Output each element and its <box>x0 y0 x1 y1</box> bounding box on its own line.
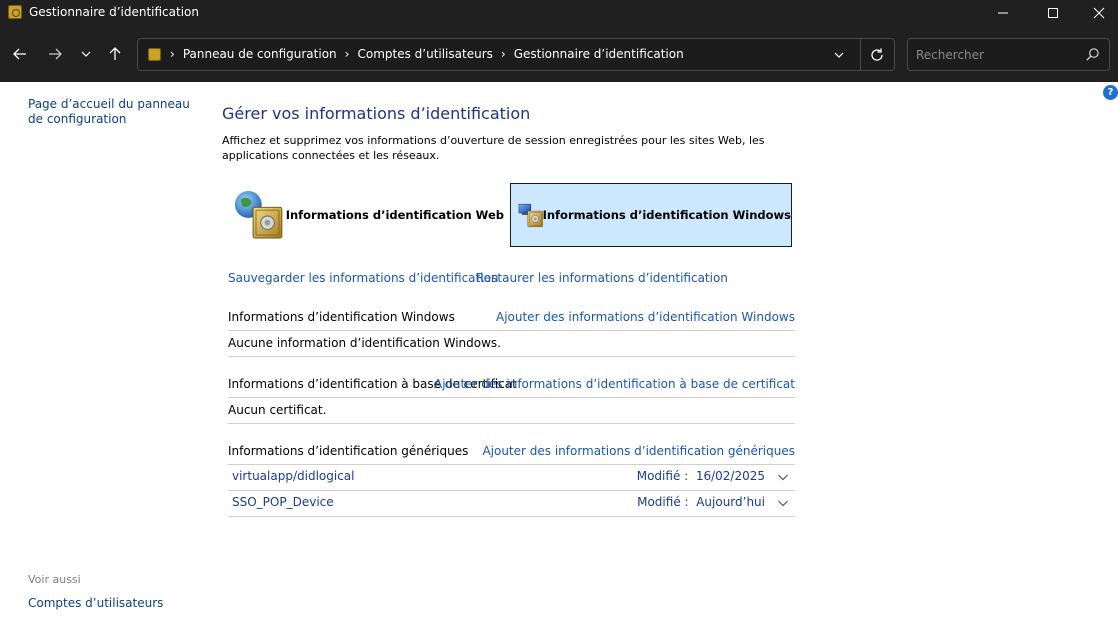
add-windows-credential-link[interactable]: Ajouter des informations d’identificatio… <box>496 310 795 324</box>
credential-item-modified: Modifié : 16/02/2025 <box>637 469 765 483</box>
windows-credentials-label: Informations d’identification Windows <box>542 208 791 222</box>
expand-chevron-down-icon[interactable] <box>777 471 789 483</box>
windows-credentials-vault-icon <box>518 203 543 228</box>
chevron-down-icon <box>81 51 91 57</box>
breadcrumb-user-accounts[interactable]: Comptes d’utilisateurs <box>357 47 492 61</box>
no-windows-credentials-text: Aucune information d’identification Wind… <box>228 336 501 350</box>
add-generic-credential-link[interactable]: Ajouter des informations d’identificatio… <box>482 444 795 458</box>
modified-date: 16/02/2025 <box>695 469 765 483</box>
web-credentials-vault-icon <box>234 191 283 239</box>
refresh-icon[interactable] <box>869 47 885 63</box>
title-bar: Gestionnaire d’identification <box>0 0 1118 26</box>
modified-date: Aujourd’hui <box>696 495 765 509</box>
generic-credentials-section-title: Informations d’identification génériques <box>228 444 469 458</box>
user-accounts-link[interactable]: Comptes d’utilisateurs <box>28 596 163 611</box>
tab-windows-credentials[interactable]: Informations d’identification Windows <box>510 183 792 247</box>
credential-item-name[interactable]: SSO_POP_Device <box>232 495 334 509</box>
breadcrumb-chevron-icon[interactable]: › <box>345 47 350 61</box>
restore-credentials-link[interactable]: Restaurer les informations d’identificat… <box>476 271 728 285</box>
no-certificate-text: Aucun certificat. <box>228 403 327 417</box>
arrow-right-icon <box>49 48 62 60</box>
window-title: Gestionnaire d’identification <box>29 5 199 19</box>
help-icon[interactable]: ? <box>1103 85 1118 100</box>
backup-credentials-link[interactable]: Sauvegarder les informations d’identific… <box>228 271 499 285</box>
divider <box>228 490 795 491</box>
divider <box>228 330 795 331</box>
divider <box>228 423 795 424</box>
search-input[interactable] <box>916 46 1076 64</box>
divider <box>228 356 795 357</box>
tab-web-credentials[interactable]: Informations d’identification Web <box>228 183 504 247</box>
forward-button[interactable] <box>43 42 67 66</box>
breadcrumb-chevron-icon[interactable]: › <box>170 47 175 61</box>
close-button[interactable] <box>1076 0 1118 26</box>
breadcrumb-control-panel[interactable]: Panneau de configuration <box>183 47 337 61</box>
control-panel-home-link[interactable]: Page d’accueil du panneau de configurati… <box>28 97 198 127</box>
page-title: Gérer vos informations d’identification <box>222 104 531 123</box>
windows-credentials-section-title: Informations d’identification Windows <box>228 310 455 324</box>
see-also-label: Voir aussi <box>28 573 81 586</box>
close-icon <box>1093 7 1105 19</box>
page-description: Affichez et supprimez vos informations d… <box>222 134 765 162</box>
back-button[interactable] <box>8 42 32 66</box>
search-box[interactable] <box>907 38 1110 71</box>
credential-item-modified: Modifié : Aujourd’hui <box>637 495 765 509</box>
expand-chevron-down-icon[interactable] <box>777 497 789 509</box>
credential-manager-app-icon <box>8 5 22 19</box>
modified-label: Modifié : <box>637 495 689 509</box>
minimize-icon <box>998 12 1008 14</box>
minimize-button[interactable] <box>980 0 1026 26</box>
divider <box>228 516 795 517</box>
divider <box>228 464 795 465</box>
navigation-bar: › Panneau de configuration › Comptes d’u… <box>0 26 1118 82</box>
credential-item-name[interactable]: virtualapp/didlogical <box>232 469 354 483</box>
up-button[interactable] <box>103 42 127 66</box>
address-bar[interactable]: › Panneau de configuration › Comptes d’u… <box>137 38 895 71</box>
search-icon[interactable] <box>1085 47 1100 62</box>
divider <box>228 397 795 398</box>
breadcrumb-chevron-icon[interactable]: › <box>501 47 506 61</box>
control-panel-icon <box>148 48 161 61</box>
breadcrumb: › Panneau de configuration › Comptes d’u… <box>168 47 684 61</box>
arrow-up-icon <box>109 47 121 60</box>
modified-label: Modifié : <box>636 469 689 483</box>
web-credentials-label: Informations d’identification Web <box>285 208 504 222</box>
arrow-left-icon <box>13 48 26 60</box>
address-divider <box>860 39 861 70</box>
address-history-chevron-icon[interactable] <box>832 48 846 62</box>
recent-locations-button[interactable] <box>74 42 98 66</box>
breadcrumb-credential-manager[interactable]: Gestionnaire d’identification <box>514 47 684 61</box>
add-certificate-credential-link[interactable]: Ajouter des informations d’identificatio… <box>434 377 795 391</box>
maximize-icon <box>1048 8 1058 18</box>
maximize-button[interactable] <box>1030 0 1076 26</box>
